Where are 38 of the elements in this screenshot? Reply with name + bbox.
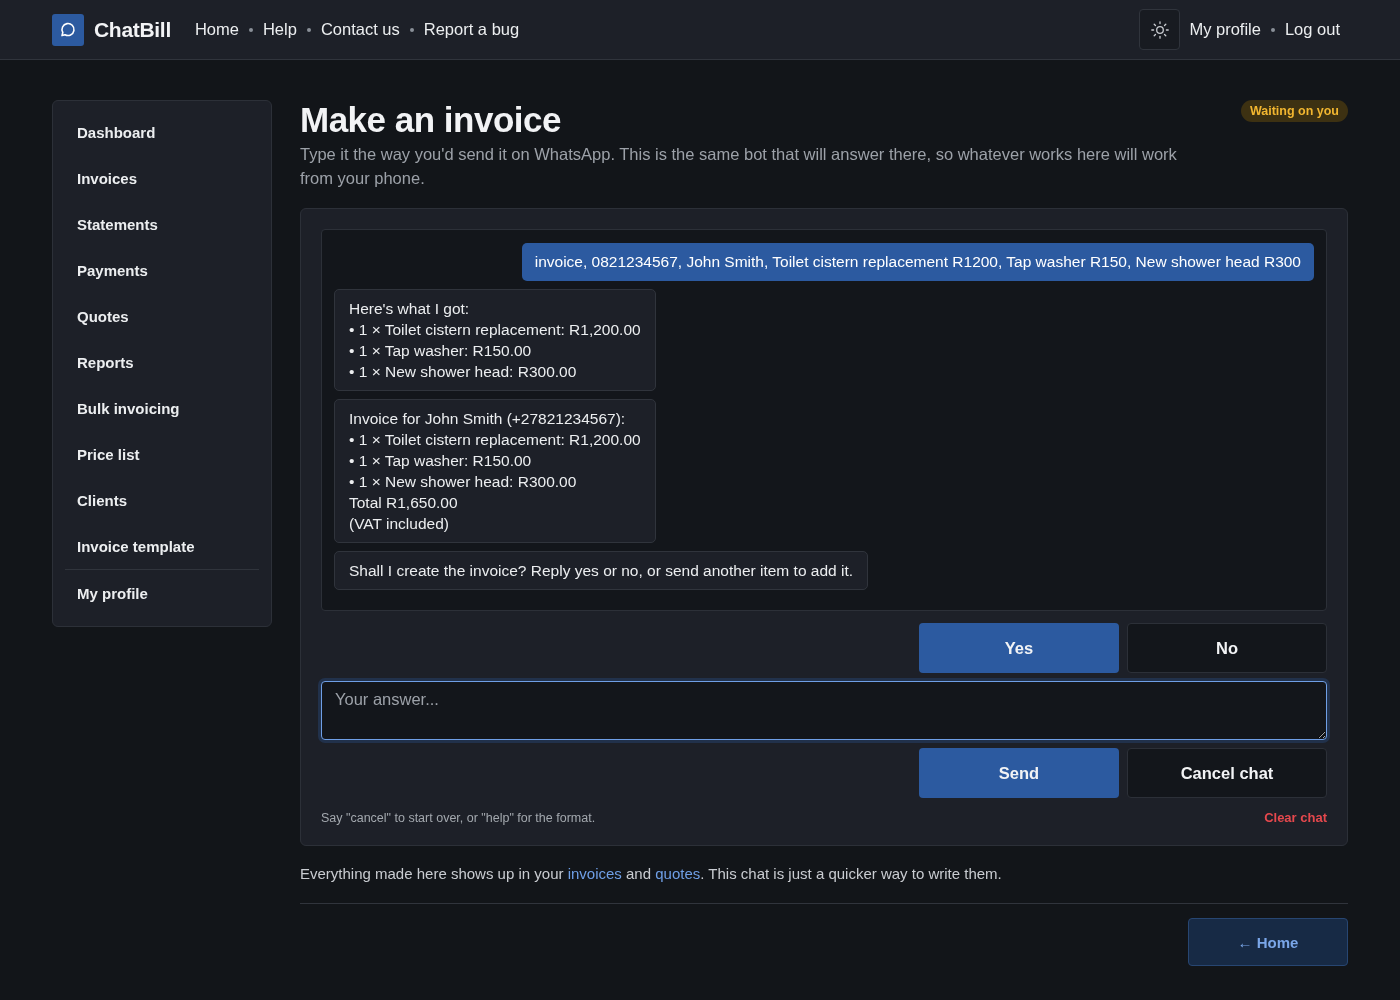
bot-message: Invoice for John Smith (+27821234567): • 1 × Toilet cistern replacement: R1,200.00 • 1 × Tap washer: R150.00 • 1 × New shower head: R300.00 Total R1,650.00 (VAT included) — [334, 399, 656, 543]
nav-link[interactable]: Report a bug — [423, 20, 520, 39]
sidebar-item[interactable]: Dashboard — [65, 109, 259, 155]
quick-reply-button[interactable]: Yes — [919, 623, 1119, 673]
brand-name[interactable]: ChatBill — [94, 17, 171, 42]
answer-field[interactable]: Your answer... — [321, 681, 1327, 740]
home-button[interactable]: ← Home — [1188, 918, 1348, 966]
sidebar-item[interactable]: Invoices — [65, 155, 259, 201]
nav-link[interactable]: Help — [262, 20, 297, 39]
page-title: Make an invoice — [300, 100, 561, 140]
quick-reply-button[interactable]: No — [1127, 623, 1327, 673]
footnote-link[interactable]: invoices — [567, 865, 622, 882]
sidebar-item[interactable]: My profile — [65, 570, 259, 616]
chat-action-button[interactable]: Cancel chat — [1127, 748, 1327, 798]
sidebar-item[interactable]: Statements — [65, 201, 259, 247]
bot-message: Here's what I got: • 1 × Toilet cistern replacement: R1,200.00 • 1 × Tap washer: R150.00 • 1 × New shower head: R300.00 — [334, 289, 656, 391]
status-badge: Waiting on you — [1240, 100, 1348, 122]
help-hint: Say "cancel" to start over, or "help" for the format. — [321, 810, 596, 825]
nav-link[interactable]: Contact us — [320, 20, 400, 39]
account-link[interactable]: Log out — [1284, 20, 1340, 39]
sun-icon — [1150, 20, 1169, 39]
footnote-text: Everything made here shows up in your invoices and quotes. This chat is just a quicker way to write them. — [300, 864, 1003, 884]
chat-action-button[interactable]: Send — [919, 748, 1119, 798]
sidebar-item[interactable]: Bulk invoicing — [65, 385, 259, 431]
user-message: invoice, 0821234567, John Smith, Toilet cistern replacement R1200, Tap washer R150, New shower head R300 — [521, 243, 1314, 281]
chat-bubble-icon[interactable] — [52, 13, 84, 46]
sidebar-item[interactable]: Price list — [65, 431, 259, 477]
page-subtitle: Type it the way you'd send it on WhatsApp. This is the same bot that will answer there, so whatever works here will work from your phone. — [300, 144, 1178, 189]
sidebar-item[interactable]: Reports — [65, 339, 259, 385]
clear-chat-link[interactable]: Clear chat — [1264, 810, 1327, 825]
sidebar-item[interactable]: Clients — [65, 477, 259, 523]
bot-message: Shall I create the invoice? Reply yes or no, or send another item to add it. — [334, 551, 869, 590]
sidebar-item[interactable]: Quotes — [65, 293, 259, 339]
nav-link[interactable]: Home — [194, 20, 239, 39]
theme-toggle-button[interactable] — [1139, 9, 1181, 50]
sidebar-item[interactable]: Payments — [65, 247, 259, 293]
account-link[interactable]: My profile — [1189, 20, 1261, 39]
sidebar-item[interactable]: Invoice template — [65, 523, 259, 569]
